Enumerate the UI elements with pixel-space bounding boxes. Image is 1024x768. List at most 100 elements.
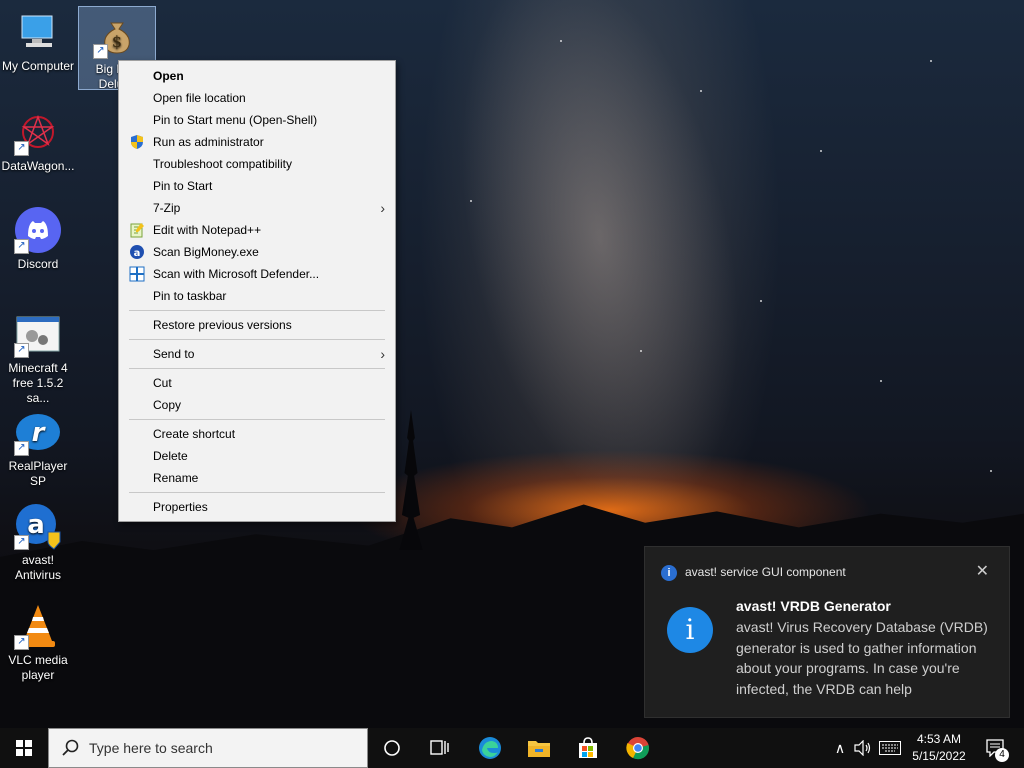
menu-item-open[interactable]: Open	[119, 65, 395, 87]
taskbar: Type here to search ∧ 4:53 AM 5/15/2022 …	[0, 728, 1024, 768]
shortcut-arrow-icon: ↗	[14, 535, 29, 550]
vlc-icon: ↗	[14, 602, 62, 650]
menu-item-copy[interactable]: Copy	[119, 394, 395, 416]
clock-time: 4:53 AM	[916, 732, 962, 746]
avast-icon: a ↗	[14, 502, 62, 550]
desktop-icon-label: DataWagon...	[1, 159, 75, 173]
desktop-icon-minecraft[interactable]: ↗ Minecraft 4 free 1.5.2 sa...	[0, 306, 76, 406]
search-icon	[62, 739, 79, 756]
clock-date: 5/15/2022	[912, 749, 966, 763]
speaker-icon	[854, 740, 871, 756]
taskbar-search-box[interactable]: Type here to search	[48, 728, 368, 768]
menu-separator	[129, 368, 385, 369]
svg-text:a: a	[134, 248, 141, 259]
action-center-button[interactable]: 4	[978, 728, 1014, 768]
avast-scan-icon: a	[129, 244, 145, 260]
submenu-arrow-icon: ›	[380, 346, 385, 362]
svg-text:$: $	[112, 32, 122, 51]
desktop-icon-discord[interactable]: ↗ Discord	[0, 202, 76, 272]
info-large-icon: i	[667, 607, 713, 653]
shortcut-arrow-icon: ↗	[14, 141, 29, 156]
store-icon	[579, 737, 597, 758]
notification-toast[interactable]: i avast! service GUI component ✕ i avast…	[644, 546, 1010, 718]
task-view-button[interactable]	[416, 728, 464, 768]
desktop-icon-label: Minecraft 4 free 1.5.2 sa...	[8, 361, 68, 405]
desktop-icon-vlc[interactable]: ↗ VLC media player	[0, 598, 76, 683]
datawagon-icon: ↗	[14, 108, 62, 156]
menu-item-create-shortcut[interactable]: Create shortcut	[119, 423, 395, 445]
shortcut-arrow-icon: ↗	[14, 441, 29, 456]
file-explorer-button[interactable]	[515, 728, 563, 768]
notification-app-name: avast! service GUI component	[685, 565, 846, 579]
milky-way-glow	[414, 0, 786, 541]
notepadpp-icon	[129, 222, 145, 238]
desktop-icon-avast[interactable]: a ↗ avast! Antivirus	[0, 498, 76, 583]
menu-item-pin-start-openshell[interactable]: Pin to Start menu (Open-Shell)	[119, 109, 395, 131]
file-explorer-icon	[528, 741, 550, 757]
chrome-button[interactable]	[614, 728, 662, 768]
edge-button[interactable]	[466, 728, 514, 768]
menu-item-run-as-admin[interactable]: Run as administrator	[119, 131, 395, 153]
context-menu: Open Open file location Pin to Start men…	[118, 60, 396, 522]
volume-button[interactable]	[852, 728, 874, 768]
chrome-icon	[626, 737, 649, 760]
menu-item-pin-to-start[interactable]: Pin to Start	[119, 175, 395, 197]
desktop-icon-realplayer[interactable]: r ↗ RealPlayer SP	[0, 404, 76, 489]
touch-keyboard-button[interactable]	[876, 728, 904, 768]
uac-shield-icon	[129, 134, 145, 150]
shortcut-arrow-icon: ↗	[14, 343, 29, 358]
notification-body: avast! Virus Recovery Database (VRDB) ge…	[736, 619, 988, 697]
notification-count-badge: 4	[995, 748, 1009, 762]
shortcut-arrow-icon: ↗	[14, 239, 29, 254]
defender-icon	[129, 266, 145, 282]
edge-icon	[479, 737, 501, 759]
realplayer-icon: r ↗	[14, 408, 62, 456]
menu-item-pin-to-taskbar[interactable]: Pin to taskbar	[119, 285, 395, 307]
menu-item-properties[interactable]: Properties	[119, 496, 395, 518]
submenu-arrow-icon: ›	[380, 200, 385, 216]
menu-separator	[129, 339, 385, 340]
show-hidden-icons-button[interactable]: ∧	[830, 728, 850, 768]
keyboard-icon	[879, 741, 901, 755]
windows-logo-icon	[16, 740, 32, 756]
desktop-icon-datawagon[interactable]: ↗ DataWagon...	[0, 104, 76, 174]
menu-item-scan-bigmoney[interactable]: a Scan BigMoney.exe	[119, 241, 395, 263]
desktop-icon-label: My Computer	[1, 59, 75, 73]
menu-item-troubleshoot[interactable]: Troubleshoot compatibility	[119, 153, 395, 175]
svg-text:r: r	[32, 418, 47, 448]
menu-separator	[129, 492, 385, 493]
shortcut-arrow-icon: ↗	[93, 44, 108, 59]
desktop-icon-label: RealPlayer SP	[8, 459, 68, 488]
desktop-icon-my-computer[interactable]: My Computer	[0, 4, 76, 74]
cortana-button[interactable]	[368, 728, 416, 768]
menu-item-rename[interactable]: Rename	[119, 467, 395, 489]
notification-title: avast! VRDB Generator	[736, 598, 891, 614]
start-button[interactable]	[0, 728, 48, 768]
search-placeholder: Type here to search	[89, 740, 213, 756]
menu-item-restore-versions[interactable]: Restore previous versions	[119, 314, 395, 336]
close-icon[interactable]: ✕	[976, 561, 989, 581]
shortcut-arrow-icon: ↗	[14, 635, 29, 650]
desktop-icon-label: Discord	[17, 257, 59, 271]
taskbar-clock[interactable]: 4:53 AM 5/15/2022	[906, 731, 972, 765]
menu-item-edit-notepadpp[interactable]: Edit with Notepad++	[119, 219, 395, 241]
menu-item-cut[interactable]: Cut	[119, 372, 395, 394]
discord-icon: ↗	[14, 206, 62, 254]
menu-separator	[129, 419, 385, 420]
menu-item-delete[interactable]: Delete	[119, 445, 395, 467]
menu-item-7zip[interactable]: 7-Zip ›	[119, 197, 395, 219]
desktop-icon-label: avast! Antivirus	[14, 553, 61, 582]
computer-icon	[14, 8, 62, 56]
menu-item-scan-defender[interactable]: Scan with Microsoft Defender...	[119, 263, 395, 285]
menu-separator	[129, 310, 385, 311]
store-button[interactable]	[564, 728, 612, 768]
task-view-icon	[430, 740, 449, 755]
cortana-icon	[384, 740, 400, 756]
menu-item-send-to[interactable]: Send to ›	[119, 343, 395, 365]
info-icon: i	[661, 565, 677, 581]
minecraft-installer-icon: ↗	[14, 310, 62, 358]
chevron-up-icon: ∧	[834, 739, 846, 756]
money-bag-icon: $ ↗	[93, 11, 141, 59]
menu-item-open-file-location[interactable]: Open file location	[119, 87, 395, 109]
desktop-icon-label: VLC media player	[8, 653, 68, 682]
